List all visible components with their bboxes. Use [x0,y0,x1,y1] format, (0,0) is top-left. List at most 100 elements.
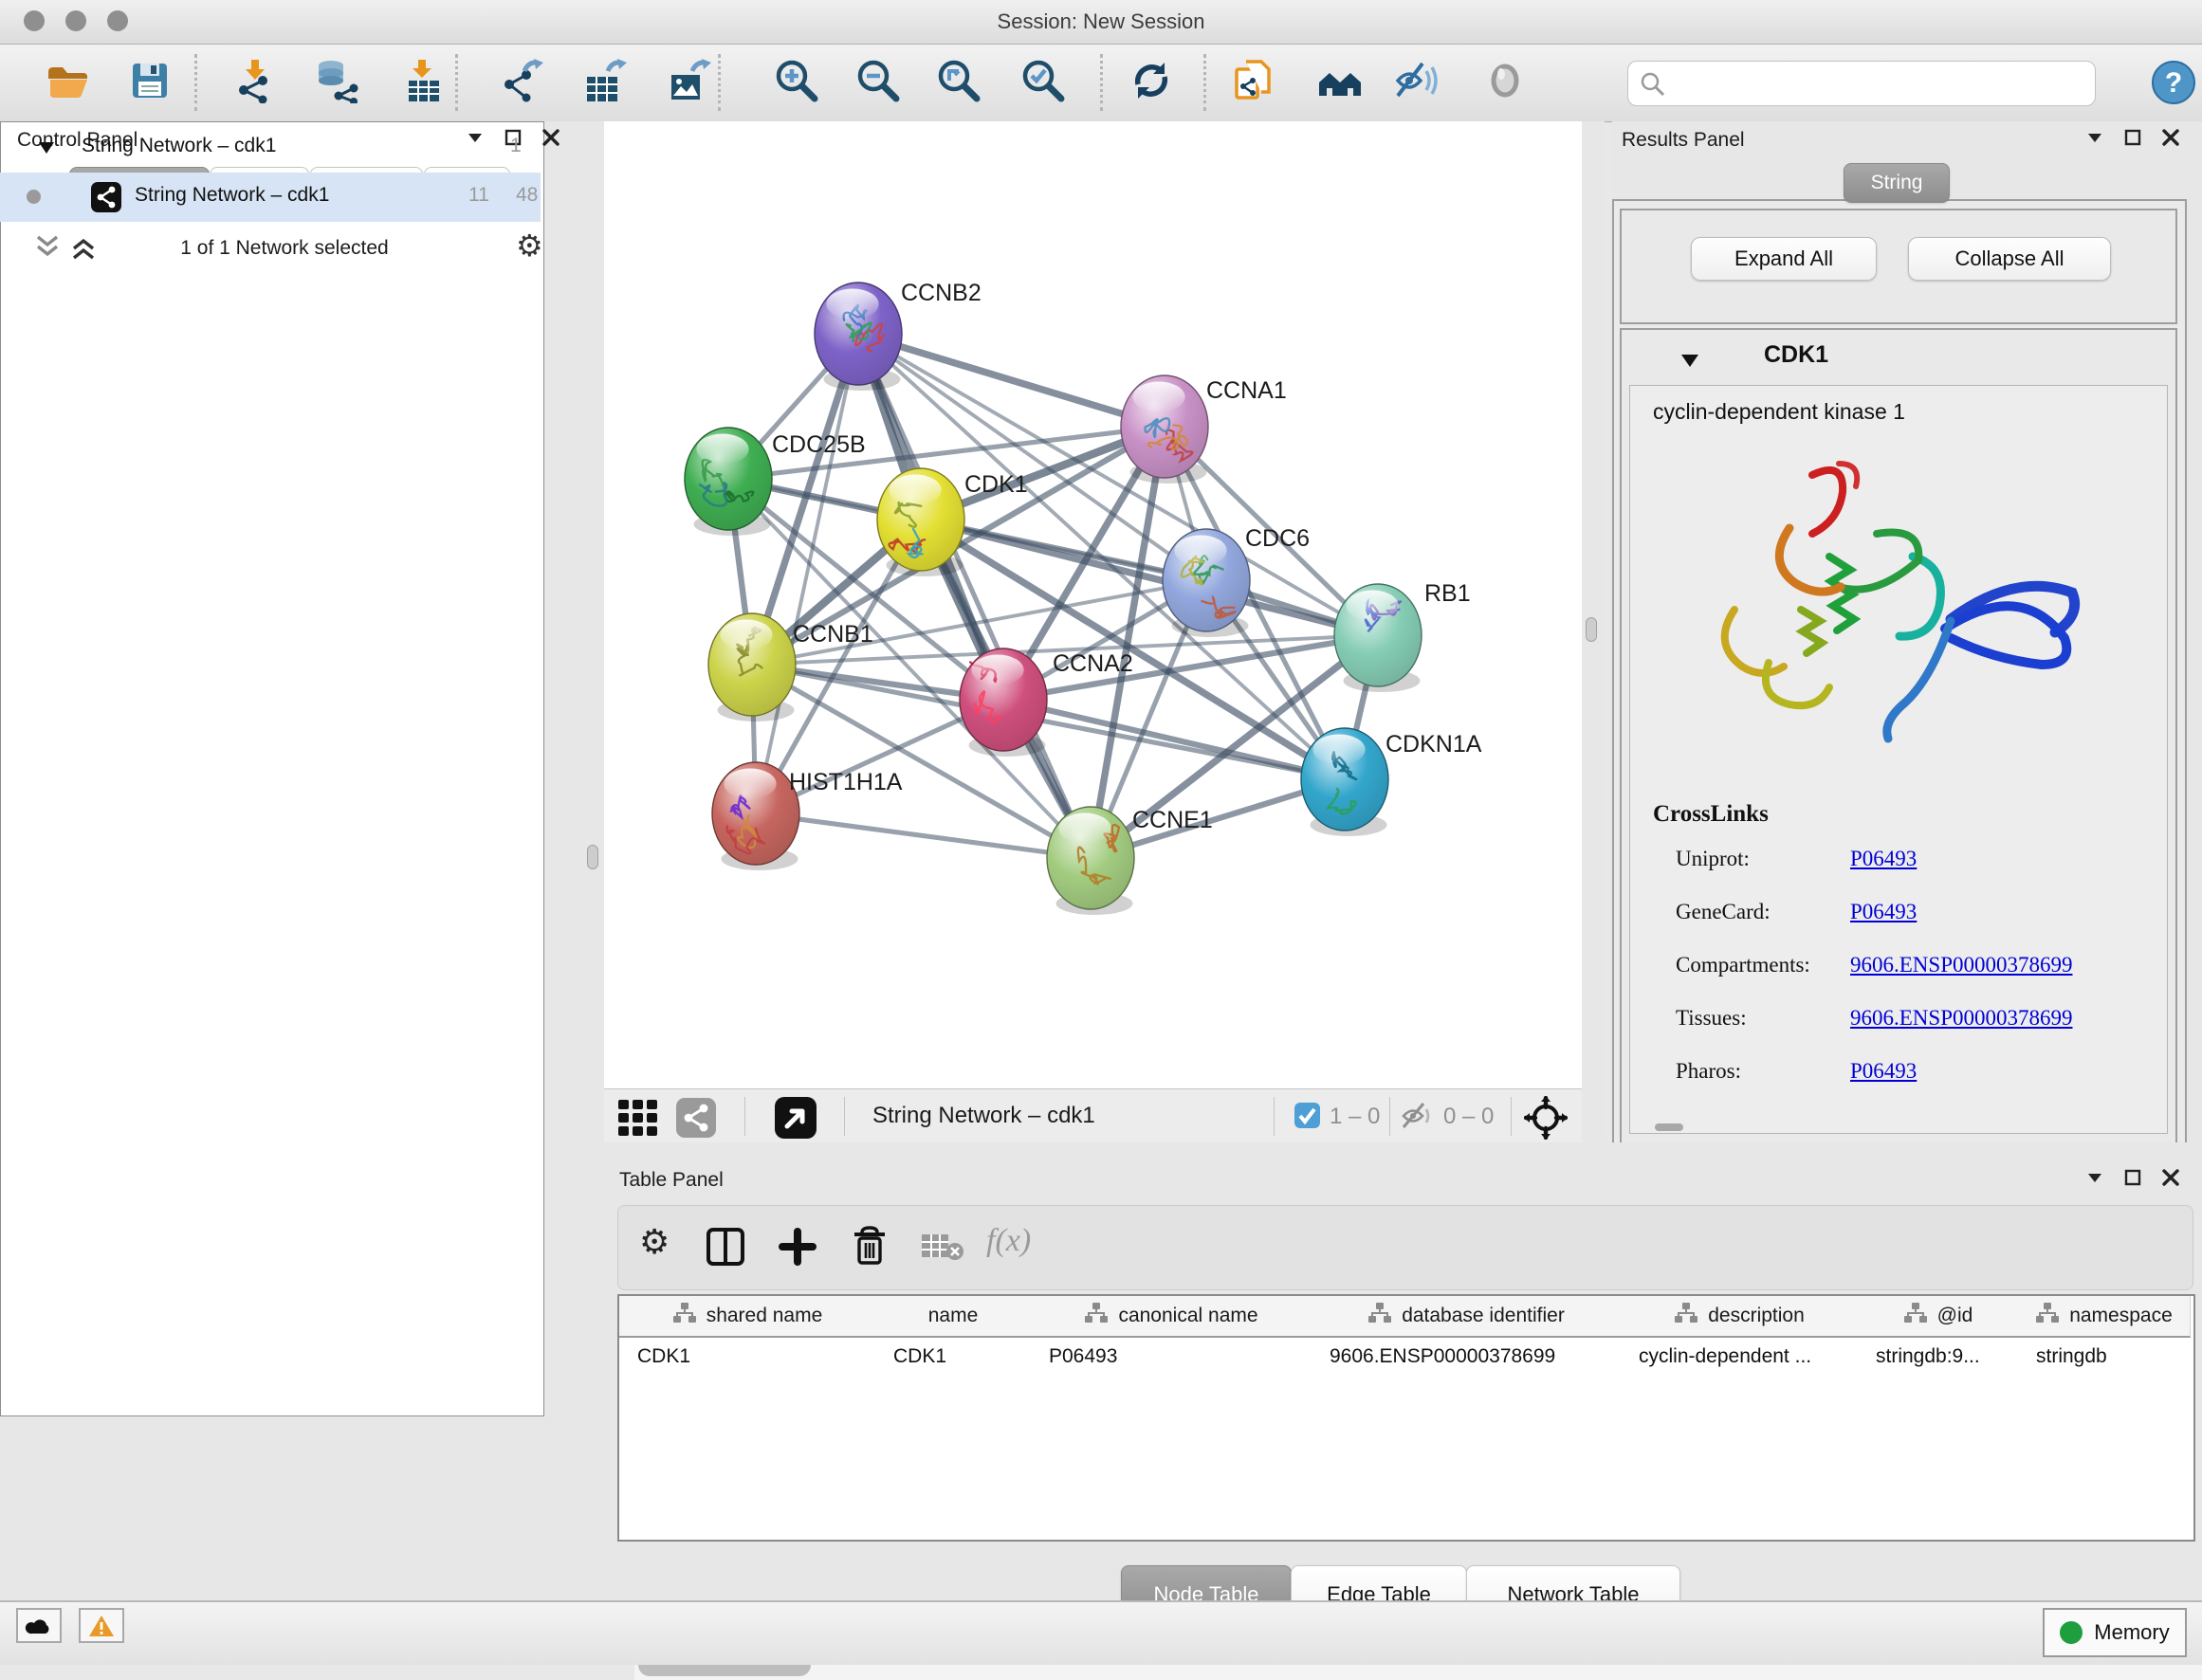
search-input[interactable] [1627,61,2096,106]
node-CCNA2[interactable] [960,648,1047,757]
show-columns-icon[interactable] [706,1227,745,1271]
table-cell[interactable]: P06493 [1031,1338,1312,1376]
column-header-name[interactable]: name [875,1296,1032,1338]
zoom-selected-icon[interactable] [1020,58,1066,103]
tab-string[interactable]: String [1844,163,1950,203]
table-cell[interactable]: cyclin-dependent ... [1621,1338,1858,1376]
table-cell[interactable]: stringdb:9... [1858,1338,2018,1376]
node-RB1[interactable] [1334,584,1422,692]
gene-section-collapse-icon[interactable] [1680,353,1699,369]
network-row-selected[interactable]: String Network – cdk1 11 48 [0,173,541,222]
warning-status-button[interactable] [79,1608,124,1643]
table-settings-gear-icon[interactable]: ⚙ [639,1223,670,1262]
save-session-icon[interactable] [127,58,173,103]
clone-network-icon[interactable] [1231,58,1276,103]
node-CCNE1[interactable] [1047,807,1134,915]
node-CDC6[interactable] [1163,529,1250,637]
zoom-in-icon[interactable] [774,58,819,103]
panel-close-icon[interactable] [542,129,560,146]
node-CCNA1[interactable] [1121,375,1208,484]
network-canvas[interactable]: CCNB2CCNA1CDC25BCDK1CDC6RB1CCNB1CCNA2CDK… [604,121,1582,1088]
node-gloss [724,768,776,798]
node-CDC25B[interactable] [685,428,772,536]
table-cell[interactable]: CDK1 [619,1338,875,1376]
crosslink-value-link[interactable]: P06493 [1850,1059,1917,1084]
export-image-icon[interactable] [666,58,711,103]
left-splitter-handle[interactable] [587,845,598,869]
zoom-fit-icon[interactable] [936,58,982,103]
open-session-icon[interactable] [44,58,89,103]
panel-close-icon[interactable] [2162,129,2179,146]
network-collection-row[interactable]: String Network – cdk1 1 [0,123,541,173]
show-graphics-details-icon[interactable] [1317,58,1363,103]
network-node-count: 11 [468,184,489,207]
toolbar-separator [194,54,197,111]
export-network-icon[interactable] [500,58,545,103]
add-column-icon[interactable] [778,1227,817,1271]
network-options-gear-icon[interactable]: ⚙ [516,228,543,264]
node-table[interactable]: shared namenamecanonical namedatabase id… [617,1294,2195,1542]
zoom-out-icon[interactable] [855,58,901,103]
column-header-shared-name[interactable]: shared name [619,1296,876,1338]
network-label: String Network – cdk1 [135,184,329,207]
edge-CCNB2-CCNA1[interactable] [858,334,1165,427]
results-panel-window-controls [2086,129,2179,146]
fit-content-crosshair-icon[interactable] [1524,1096,1568,1144]
help-icon[interactable]: ? [2151,60,2196,105]
crosslink-value-link[interactable]: 9606.ENSP00000378699 [1850,1006,2073,1031]
node-CDKN1A[interactable] [1301,728,1388,836]
collection-expand-icon[interactable] [38,140,55,155]
edge-HIST1H1A-CCNE1[interactable] [756,813,1091,858]
delete-column-icon[interactable] [850,1225,890,1271]
column-header-description[interactable]: description [1621,1296,1859,1338]
node-CCNB2[interactable] [815,283,902,391]
node-gloss [1312,734,1365,764]
memory-button[interactable]: Memory [2043,1608,2187,1657]
edge-CCNA2-CDKN1A[interactable] [1003,700,1345,779]
results-scrollbar-thumb[interactable] [1655,1123,1683,1131]
collapse-all-button[interactable]: Collapse All [1908,237,2111,281]
left-splitter[interactable] [581,121,604,1600]
right-splitter-handle[interactable] [1586,617,1597,642]
expand-all-button[interactable]: Expand All [1691,237,1877,281]
import-network-from-file-icon[interactable] [234,58,280,103]
panel-float-icon[interactable] [2124,1169,2141,1186]
table-cell[interactable]: 9606.ENSP00000378699 [1312,1338,1621,1376]
crosslink-value-link[interactable]: 9606.ENSP00000378699 [1850,953,2073,977]
crosslink-row: Compartments:9606.ENSP00000378699 [1630,945,2167,993]
selected-checkbox-icon[interactable] [1294,1103,1320,1133]
cloud-status-button[interactable] [16,1608,62,1643]
column-header-namespace[interactable]: namespace [2018,1296,2191,1338]
column-header-canonical-name[interactable]: canonical name [1031,1296,1312,1338]
node-HIST1H1A[interactable] [712,762,799,870]
node-CDK1[interactable] [877,468,964,576]
node-CCNB1[interactable] [708,613,796,721]
export-table-icon[interactable] [581,58,627,103]
panel-collapse-icon[interactable] [2086,1169,2103,1186]
import-table-from-file-icon[interactable] [401,58,447,103]
string-panel-toggle-icon[interactable] [676,1098,716,1142]
column-header--id[interactable]: @id [1858,1296,2019,1338]
refresh-view-icon[interactable] [1129,58,1174,103]
column-type-icon [1367,1302,1392,1330]
import-network-from-database-icon[interactable] [314,58,359,103]
network-graph[interactable]: CCNB2CCNA1CDC25BCDK1CDC6RB1CCNB1CCNA2CDK… [604,121,1582,1088]
birds-eye-view-icon[interactable] [617,1099,659,1141]
panel-collapse-icon[interactable] [2086,129,2103,146]
right-splitter[interactable] [1582,121,1605,1142]
table-cell[interactable]: CDK1 [875,1338,1031,1376]
network-selection-summary: 1 of 1 Network selected [114,237,455,260]
crosslink-value-link[interactable]: P06493 [1850,847,1917,871]
expand-all-networks-icon[interactable] [70,233,97,266]
hide-selected-icon[interactable] [1394,58,1440,103]
node-label-CCNB2: CCNB2 [901,280,982,306]
export-view-icon[interactable] [775,1097,817,1143]
table-cell[interactable]: stringdb [2018,1338,2190,1376]
collapse-all-networks-icon[interactable] [34,233,61,266]
panel-close-icon[interactable] [2162,1169,2179,1186]
crosslink-value-link[interactable]: P06493 [1850,900,1917,924]
show-all-icon[interactable] [1482,58,1528,103]
crosslink-row: Pharos:P06493 [1630,1051,2167,1099]
panel-float-icon[interactable] [2124,129,2141,146]
column-header-database-identifier[interactable]: database identifier [1312,1296,1622,1338]
